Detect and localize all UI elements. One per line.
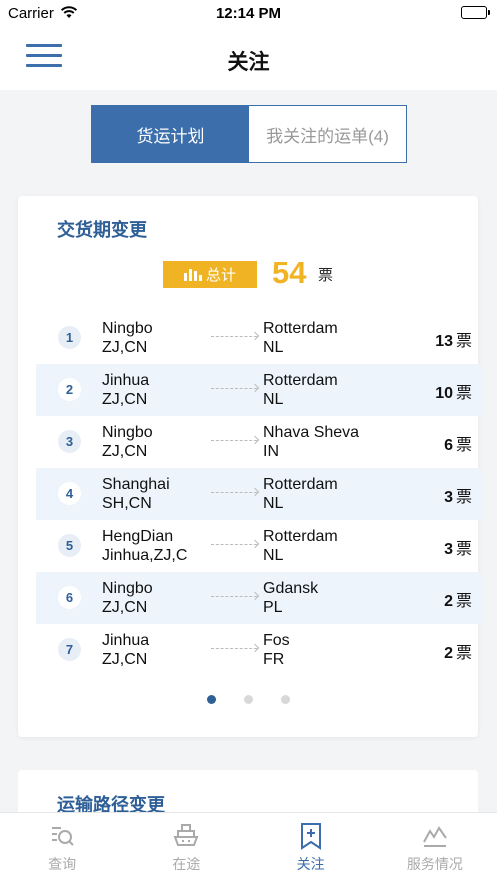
list-item[interactable]: 7 Jinhua ZJ,CN Fos FR 2票 <box>36 624 482 676</box>
list-item[interactable]: 4 Shanghai SH,CN Rotterdam NL 3票 <box>36 468 482 520</box>
search-list-icon <box>52 827 74 846</box>
destination: Gdansk PL <box>263 580 319 616</box>
list-item[interactable]: 5 HengDian Jinhua,ZJ,C Rotterdam NL 3票 <box>36 520 482 572</box>
destination: Nhava Sheva IN <box>263 424 360 460</box>
ticket-count: 3票 <box>444 541 472 558</box>
row-index: 5 <box>58 534 81 557</box>
page-dot[interactable] <box>280 695 290 704</box>
nav-bar: 关注 <box>0 28 497 90</box>
destination: Rotterdam NL <box>263 320 338 356</box>
row-index: 2 <box>58 378 81 401</box>
arrow-right-icon <box>211 492 257 493</box>
bottom-tab-bar: 查询 在途 关注 服务情况 <box>0 812 497 883</box>
battery-icon <box>461 6 490 19</box>
tab-in-transit[interactable]: 在途 <box>124 813 248 883</box>
ticket-count: 2票 <box>444 593 472 610</box>
origin: Jinhua ZJ,CN <box>102 632 150 668</box>
list-item[interactable]: 1 Ningbo ZJ,CN Rotterdam NL 13 票 <box>36 312 482 364</box>
origin: Ningbo ZJ,CN <box>102 424 153 460</box>
service-chart-icon <box>422 826 447 847</box>
list-item[interactable]: 3 Ningbo ZJ,CN Nhava Sheva IN 6票 <box>36 416 482 468</box>
page-title: 关注 <box>227 51 270 74</box>
ticket-count: 2票 <box>444 645 472 662</box>
origin: Shanghai SH,CN <box>102 476 170 512</box>
ticket-count: 13 票 <box>435 333 472 350</box>
section-title: 交货期变更 <box>57 220 147 240</box>
segmented-control: 货运计划 我关注的运单(4) <box>91 105 407 163</box>
arrow-right-icon <box>211 336 257 337</box>
destination: Rotterdam NL <box>263 476 338 512</box>
arrow-right-icon <box>211 388 257 389</box>
tab-my-followed-waybills[interactable]: 我关注的运单(4) <box>249 106 406 162</box>
origin: Ningbo ZJ,CN <box>102 580 153 616</box>
arrow-right-icon <box>211 544 257 545</box>
tab-label: 在途 <box>172 856 201 872</box>
origin: Jinhua ZJ,CN <box>102 372 150 408</box>
destination: Fos FR <box>263 632 290 668</box>
total-unit: 票 <box>318 267 334 284</box>
origin: Ningbo ZJ,CN <box>102 320 153 356</box>
ticket-count: 3票 <box>444 489 472 506</box>
bar-chart-icon <box>183 268 202 281</box>
tab-query[interactable]: 查询 <box>0 813 124 883</box>
destination: Rotterdam NL <box>263 372 338 408</box>
ship-icon <box>173 824 199 846</box>
row-index: 7 <box>58 638 81 661</box>
row-index: 6 <box>58 586 81 609</box>
row-index: 1 <box>58 326 81 349</box>
tab-label: 查询 <box>48 856 77 872</box>
delivery-change-card: 交货期变更 总计 54 票 1 Ningbo ZJ,CN Rotterdam NL … <box>18 196 482 737</box>
route-list: 1 Ningbo ZJ,CN Rotterdam NL 13 票 2 Jinhua ZJ… <box>36 312 482 676</box>
origin: HengDian Jinhua,ZJ,C <box>102 528 188 564</box>
list-item[interactable]: 2 Jinhua ZJ,CN Rotterdam NL 10 票 <box>36 364 482 416</box>
tab-freight-plan[interactable]: 货运计划 <box>92 106 249 162</box>
arrow-right-icon <box>211 596 257 597</box>
page-indicator <box>18 695 478 704</box>
destination: Rotterdam NL <box>263 528 338 564</box>
row-index: 3 <box>58 430 81 453</box>
tab-follow[interactable]: 关注 <box>249 813 373 883</box>
ticket-count: 10 票 <box>435 385 472 402</box>
arrow-right-icon <box>211 648 257 649</box>
total-value: 54 <box>272 255 307 290</box>
bookmark-plus-icon <box>300 823 321 850</box>
total-label: 总计 <box>205 267 236 284</box>
tab-label: 关注 <box>296 856 325 872</box>
page-dot[interactable] <box>206 695 216 704</box>
page-dot[interactable] <box>243 695 253 704</box>
status-bar: Carrier 12:14 PM <box>0 0 497 28</box>
tab-label: 服务情况 <box>406 856 463 872</box>
tab-service-status[interactable]: 服务情况 <box>373 813 497 883</box>
list-item[interactable]: 6 Ningbo ZJ,CN Gdansk PL 2票 <box>36 572 482 624</box>
total-badge: 总计 <box>163 261 257 288</box>
arrow-right-icon <box>211 440 257 441</box>
status-time: 12:14 PM <box>215 5 282 22</box>
ticket-count: 6票 <box>444 437 472 454</box>
row-index: 4 <box>58 482 81 505</box>
